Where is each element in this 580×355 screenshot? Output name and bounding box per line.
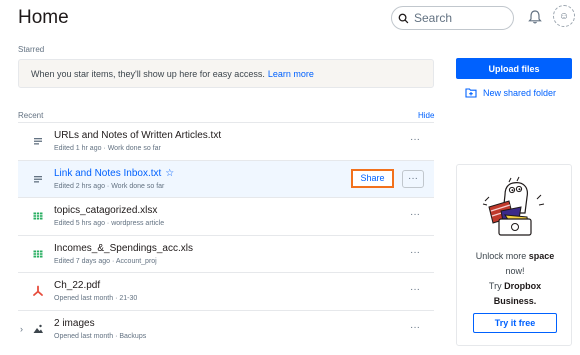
starred-empty-box: When you star items, they'll show up her… [18,59,434,88]
list-item[interactable]: topics_catagorized.xlsx Edited 5 hrs ago… [18,197,434,235]
list-item[interactable]: Link and Notes Inbox.txt ☆ Edited 2 hrs a… [18,159,434,198]
file-name[interactable]: Link and Notes Inbox.txt [54,168,161,179]
file-name[interactable]: 2 images [54,318,95,329]
search-input[interactable]: Search [391,6,514,30]
bell-icon[interactable] [527,9,543,25]
more-options-button[interactable]: ··· [402,169,424,188]
upgrade-promo-card: Unlock more space now! Try Dropbox Busin… [456,164,572,346]
upload-files-button[interactable]: Upload files [456,58,572,79]
list-item[interactable]: URLs and Notes of Written Articles.txt E… [18,122,434,160]
images-icon [33,324,43,333]
recent-label: Recent [18,111,44,120]
starred-message: When you star items, they'll show up her… [31,68,265,79]
spreadsheet-icon [33,250,43,258]
new-shared-folder-button[interactable]: New shared folder [465,87,556,98]
promo-line4-bold: Business. [493,296,537,306]
promo-line1: Unlock more [475,251,527,261]
promo-text: Unlock more space now! Try Dropbox Busin… [457,249,573,309]
shared-folder-icon [465,88,477,98]
star-icon[interactable]: ☆ [165,168,174,179]
file-meta: Edited 1 hr ago · Work done so far [54,145,161,152]
promo-line1-bold: space [528,251,555,261]
learn-more-link[interactable]: Learn more [268,69,314,79]
more-options-button[interactable]: ··· [410,284,420,295]
file-meta: Opened last month · Backups [54,332,147,340]
face-icon: ☺ [558,10,570,22]
try-it-free-button[interactable]: Try it free [473,313,557,333]
more-options-button[interactable]: ··· [410,322,420,333]
chevron-right-icon[interactable]: › [20,324,23,334]
file-name[interactable]: URLs and Notes of Written Articles.txt [54,130,221,141]
more-options-button[interactable]: ··· [410,134,420,145]
list-item[interactable]: Ch_22.pdf Opened last month · 21-30 ··· [18,272,434,310]
promo-line3-bold: Dropbox [504,281,542,291]
spreadsheet-icon [33,212,43,220]
more-options-button[interactable]: ··· [410,247,420,258]
avatar[interactable]: ☺ [553,5,575,27]
promo-line3: Try [488,281,502,291]
file-name[interactable]: Incomes_&_Spendings_acc.xls [54,243,193,254]
mascot-illustration [482,176,545,236]
file-name-row: Link and Notes Inbox.txt ☆ [54,168,174,179]
list-item[interactable]: › 2 images Opened last month · Backups ·… [18,309,434,348]
search-icon [398,13,409,23]
file-meta: Edited 7 days ago · Account_proj [54,257,157,265]
hide-recent-link[interactable]: Hide [418,111,434,120]
text-file-icon [34,138,42,145]
file-meta: Edited 5 hrs ago · wordpress article [54,220,165,228]
file-meta: Opened last month · 21-30 [54,295,138,303]
more-options-button[interactable]: ··· [410,209,420,220]
new-shared-folder-label: New shared folder [483,87,557,98]
page-title: Home [18,7,69,28]
text-file-icon [34,175,42,183]
starred-label: Starred [18,45,45,54]
recent-list: URLs and Notes of Written Articles.txt E… [18,122,434,348]
file-meta: Edited 2 hrs ago · Work done so far [54,182,165,190]
share-button[interactable]: Share [351,168,394,188]
file-name[interactable]: Ch_22.pdf [54,280,100,291]
search-placeholder: Search [414,11,453,25]
file-name[interactable]: topics_catagorized.xlsx [54,205,157,216]
promo-line2: now! [505,266,525,276]
pdf-icon [33,285,43,297]
list-item[interactable]: Incomes_&_Spendings_acc.xls Edited 7 day… [18,234,434,273]
